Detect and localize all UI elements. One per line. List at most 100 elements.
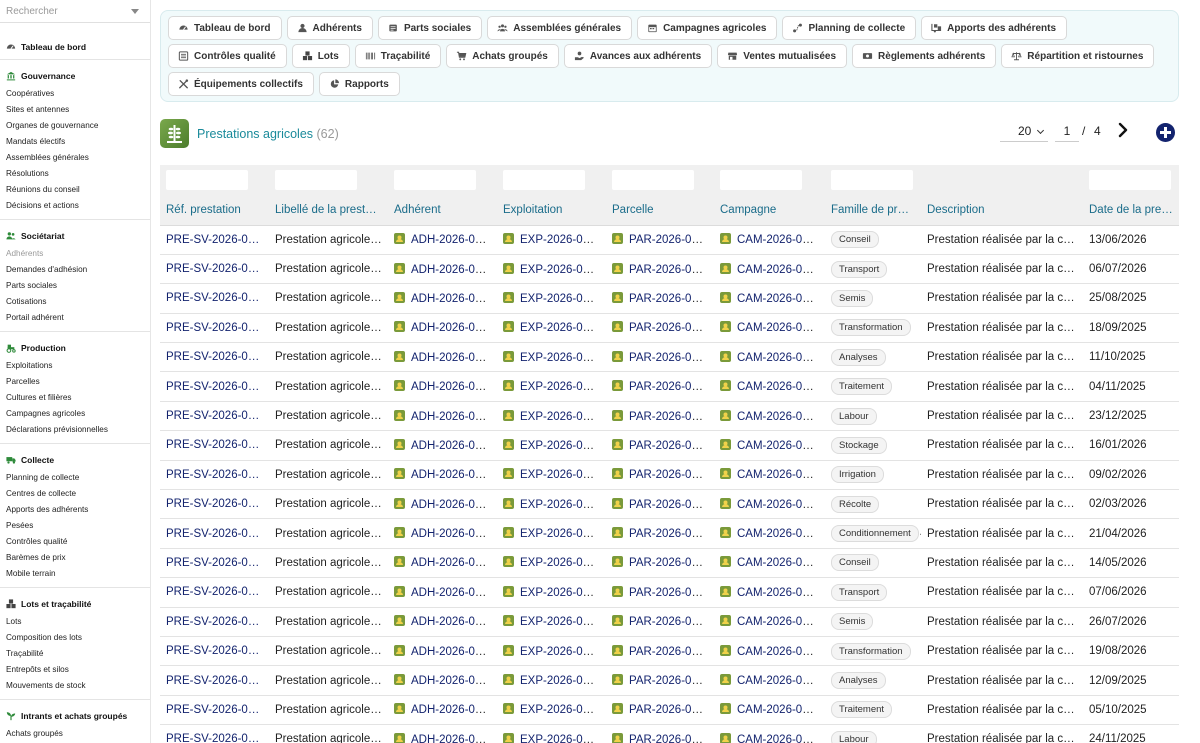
campaign-link[interactable]: CAM-2026-0001 xyxy=(737,234,821,246)
farm-link[interactable]: EXP-2026-0008 xyxy=(520,234,602,246)
table-row[interactable]: PRE-SV-2026-0052 Prestation agricole 52 AD… xyxy=(160,518,1179,549)
plot-link[interactable]: PAR-2026-0049 xyxy=(629,616,711,628)
reference-cell[interactable]: PRE-SV-2026-0057 xyxy=(160,371,269,402)
reference-cell[interactable]: PRE-SV-2026-0046 xyxy=(160,695,269,726)
sidebar-item-decisions-et-actions[interactable]: Décisions et actions xyxy=(0,198,150,214)
table-row[interactable]: PRE-SV-2026-0053 Prestation agricole 53 AD… xyxy=(160,489,1179,520)
farm-link[interactable]: EXP-2026-0010 xyxy=(520,352,602,364)
farm-link[interactable]: EXP-2026-0017 xyxy=(520,322,602,334)
campaign-link[interactable]: CAM-2026-0001 xyxy=(737,734,821,743)
sidebar-item-sites-et-antennes[interactable]: Sites et antennes xyxy=(0,102,150,118)
table-row[interactable]: PRE-SV-2026-0049 Prestation agricole 49 AD… xyxy=(160,607,1179,637)
farm-link[interactable]: EXP-2026-0001 xyxy=(520,264,602,276)
member-link[interactable]: ADH-2026-0029 xyxy=(411,616,494,628)
member-link[interactable]: ADH-2026-0028 xyxy=(411,352,494,364)
table-row[interactable]: PRE-SV-2026-0051 Prestation agricole 51 AD… xyxy=(160,548,1179,579)
member-link[interactable]: ADH-2026-0007 xyxy=(411,675,494,687)
reference-cell[interactable]: PRE-SV-2026-0049 xyxy=(160,607,269,637)
sidebar-item-mandats-electifs[interactable]: Mandats électifs xyxy=(0,134,150,150)
table-row[interactable]: PRE-SV-2026-0058 Prestation agricole 58 AD… xyxy=(160,342,1179,373)
reference-cell[interactable]: PRE-SV-2026-0045 xyxy=(160,724,269,743)
sidebar-item-baremes-de-prix[interactable]: Barèmes de prix xyxy=(0,550,150,566)
filter-input-exploitation[interactable] xyxy=(503,170,585,190)
plot-link[interactable]: PAR-2026-0039 xyxy=(629,322,711,334)
sidebar-item-organes-de-gouvernance[interactable]: Organes de gouvernance xyxy=(0,118,150,134)
sidebar-item-exploitations[interactable]: Exploitations xyxy=(0,358,150,374)
sidebar-item-composition-des-lots[interactable]: Composition des lots xyxy=(0,630,150,646)
column-header-famille-de-prestation[interactable]: Famille de prestation xyxy=(825,195,921,226)
member-link[interactable]: ADH-2026-0045 xyxy=(411,440,494,452)
reference-cell[interactable]: PRE-SV-2026-0054 xyxy=(160,460,269,491)
sidebar-item-parcelles[interactable]: Parcelles xyxy=(0,374,150,390)
nav-button-controles-qualite[interactable]: Contrôles qualité xyxy=(168,44,287,68)
sidebar-item-cooperatives[interactable]: Coopératives xyxy=(0,86,150,102)
member-link[interactable]: ADH-2026-0018 xyxy=(411,646,494,658)
campaign-link[interactable]: CAM-2026-0001 xyxy=(737,528,821,540)
member-link[interactable]: ADH-2026-0050 xyxy=(411,293,494,305)
member-link[interactable]: ADH-2026-0046 xyxy=(411,704,494,716)
campaign-link[interactable]: CAM-2026-0001 xyxy=(737,264,821,276)
nav-button-assemblees-generales[interactable]: Assemblées générales xyxy=(487,16,633,40)
member-link[interactable]: ADH-2026-0012 xyxy=(411,528,494,540)
sidebar-section-header[interactable]: Collecte xyxy=(0,452,150,467)
nav-button-tableau-de-bord[interactable]: Tableau de bord xyxy=(168,16,282,40)
table-row[interactable]: PRE-SV-2026-0048 Prestation agricole 48 AD… xyxy=(160,636,1179,667)
sidebar-item-campagnes-agricoles[interactable]: Campagnes agricoles xyxy=(0,406,150,422)
search-input[interactable] xyxy=(0,0,128,22)
column-header-description[interactable]: Description xyxy=(921,195,1083,226)
sidebar-item-mouvements-de-stock[interactable]: Mouvements de stock xyxy=(0,678,150,694)
sidebar-item-controles-qualite[interactable]: Contrôles qualité xyxy=(0,534,150,550)
sidebar-item-parts-sociales[interactable]: Parts sociales xyxy=(0,278,150,294)
sidebar-section-header[interactable]: Intrants et achats groupés xyxy=(0,708,150,723)
sidebar-item-portail-adherent[interactable]: Portail adhérent xyxy=(0,310,150,326)
campaign-link[interactable]: CAM-2026-0001 xyxy=(737,469,821,481)
nav-button-achats-groupes[interactable]: Achats groupés xyxy=(446,44,559,68)
farm-link[interactable]: EXP-2026-0016 xyxy=(520,704,602,716)
filter-input-parcelle[interactable] xyxy=(612,170,694,190)
reference-cell[interactable]: PRE-SV-2026-0061 xyxy=(160,254,269,285)
nav-button-equipements-collectifs[interactable]: Équipements collectifs xyxy=(168,72,314,96)
table-row[interactable]: PRE-SV-2026-0059 Prestation agricole 59 AD… xyxy=(160,313,1179,344)
filter-input-adherent[interactable] xyxy=(394,170,476,190)
reference-cell[interactable]: PRE-SV-2026-0056 xyxy=(160,401,269,432)
nav-button-lots[interactable]: Lots xyxy=(291,44,350,68)
reference-cell[interactable]: PRE-SV-2026-0053 xyxy=(160,489,269,520)
reference-cell[interactable]: PRE-SV-2026-0058 xyxy=(160,342,269,373)
campaign-link[interactable]: CAM-2026-0001 xyxy=(737,352,821,364)
sidebar-section-header[interactable]: Lots et traçabilité xyxy=(0,596,150,611)
column-header-campagne[interactable]: Campagne xyxy=(714,195,825,226)
table-row[interactable]: PRE-SV-2026-0047 Prestation agricole 47 AD… xyxy=(160,665,1179,696)
reference-cell[interactable]: PRE-SV-2026-0048 xyxy=(160,636,269,667)
campaign-link[interactable]: CAM-2026-0001 xyxy=(737,322,821,334)
campaign-link[interactable]: CAM-2026-0001 xyxy=(737,704,821,716)
plot-link[interactable]: PAR-2026-0006 xyxy=(629,411,711,423)
nav-button-parts-sociales[interactable]: Parts sociales xyxy=(377,16,483,40)
farm-link[interactable]: EXP-2026-0003 xyxy=(520,381,602,393)
table-row[interactable]: PRE-SV-2026-0054 Prestation agricole 54 AD… xyxy=(160,460,1179,491)
member-link[interactable]: ADH-2026-0034 xyxy=(411,469,494,481)
column-header-date-de-la-prestation[interactable]: Date de la prestation xyxy=(1083,195,1179,226)
sidebar-item-mobile-terrain[interactable]: Mobile terrain xyxy=(0,566,150,582)
column-header-parcelle[interactable]: Parcelle xyxy=(606,195,714,226)
campaign-link[interactable]: CAM-2026-0001 xyxy=(737,440,821,452)
member-link[interactable]: ADH-2026-0022 xyxy=(411,234,494,246)
sidebar-item-cultures-et-filieres[interactable]: Cultures et filières xyxy=(0,390,150,406)
farm-link[interactable]: EXP-2026-0005 xyxy=(520,499,602,511)
campaign-link[interactable]: CAM-2026-0001 xyxy=(737,616,821,628)
farm-link[interactable]: EXP-2026-0030 xyxy=(520,646,602,658)
filter-input-famille-de-prestation[interactable] xyxy=(831,170,913,190)
sidebar-item-declarations-previsionnelles[interactable]: Déclarations prévisionnelles xyxy=(0,422,150,438)
member-link[interactable]: ADH-2026-0039 xyxy=(411,322,494,334)
filter-input-libelle-de-la-prestation[interactable] xyxy=(275,170,357,190)
campaign-link[interactable]: CAM-2026-0001 xyxy=(737,381,821,393)
column-header-ref-prestation[interactable]: Réf. prestation xyxy=(160,195,269,226)
reference-cell[interactable]: PRE-SV-2026-0050 xyxy=(160,577,269,608)
plot-link[interactable]: PAR-2026-0001 xyxy=(629,264,711,276)
table-row[interactable]: PRE-SV-2026-0057 Prestation agricole 57 AD… xyxy=(160,371,1179,402)
filter-input-date-de-la-prestation[interactable] xyxy=(1089,170,1171,190)
member-link[interactable]: ADH-2026-0011 xyxy=(411,264,493,276)
table-row[interactable]: PRE-SV-2026-0061 Prestation agricole 61 AD… xyxy=(160,254,1179,285)
plot-link[interactable]: PAR-2026-0017 xyxy=(629,381,711,393)
nav-button-adherents[interactable]: Adhérents xyxy=(286,16,373,40)
nav-button-apports-des-adherents[interactable]: Apports des adhérents xyxy=(921,16,1068,40)
